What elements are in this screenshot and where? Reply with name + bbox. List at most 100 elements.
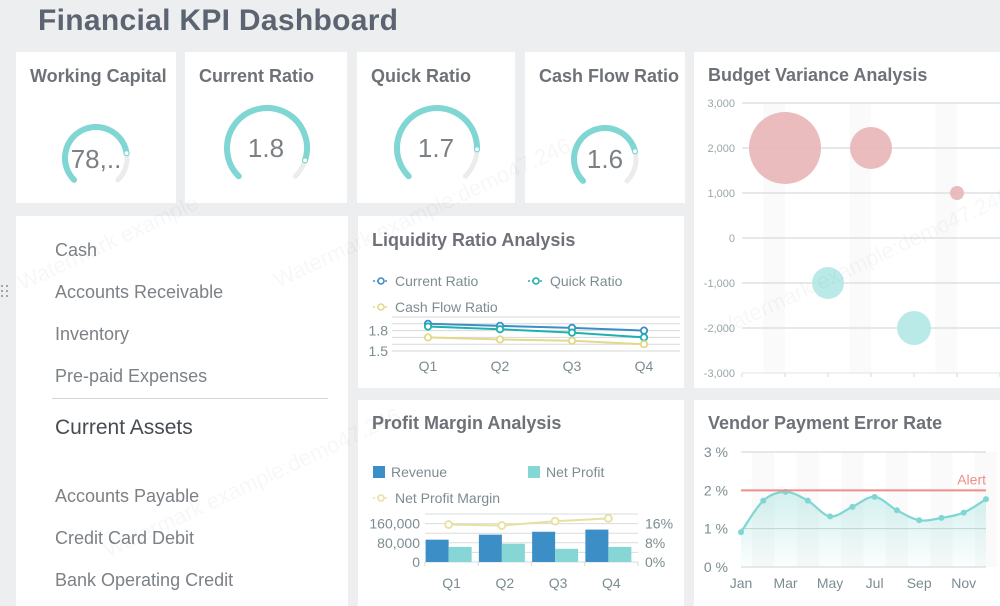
series-line-2 bbox=[427, 336, 645, 346]
margin-point bbox=[550, 516, 560, 526]
kpi-value: 78,.. bbox=[70, 144, 122, 174]
y-tick-label-left: 80,000 bbox=[377, 535, 420, 551]
y-tick-label: 3,000 bbox=[707, 98, 735, 110]
budget-variance-chart: 3,000 2,000 1,000 0 -1,000 -2,000 -3,000 bbox=[704, 98, 1000, 380]
y-tick-label: 1,000 bbox=[707, 188, 735, 200]
x-tick-label: Q2 bbox=[491, 358, 510, 374]
list-item-inventory[interactable]: Inventory bbox=[55, 324, 129, 345]
x-tick-label: Q3 bbox=[549, 575, 568, 591]
liquidity-chart: 1.8 1.5 Q1 Q2 Q3 Q4 bbox=[369, 316, 680, 374]
page-title: Financial KPI Dashboard bbox=[38, 4, 399, 37]
y-tick-label: -1,000 bbox=[704, 278, 735, 290]
y-tick-label-right: 0% bbox=[645, 554, 665, 570]
kpi-card-quick-ratio[interactable]: Quick Ratio 1.7 bbox=[357, 52, 515, 203]
alert-label: Alert bbox=[957, 471, 986, 487]
data-point bbox=[893, 507, 900, 514]
y-tick-label: -2,000 bbox=[704, 323, 735, 335]
y-tick-label-right: 8% bbox=[645, 535, 665, 551]
data-point bbox=[983, 496, 989, 503]
vendor-payment-chart: 3 % 2 % 1 % 0 % Alert Jan Mar May Jul Sep Nov bbox=[704, 444, 998, 591]
data-point bbox=[495, 335, 505, 344]
bubble bbox=[850, 127, 892, 169]
margin-point bbox=[603, 513, 613, 523]
budget-variance-card: Budget Variance Analysis 3,000 2,000 1,000… bbox=[694, 52, 1000, 388]
y-tick-label: 2,000 bbox=[707, 143, 735, 155]
list-item-prepaid-expenses[interactable]: Pre-paid Expenses bbox=[55, 366, 207, 387]
liquidity-ratio-card: Liquidity Ratio Analysis Current Ratio Q… bbox=[358, 216, 684, 388]
data-point bbox=[423, 322, 433, 331]
margin-point bbox=[497, 521, 507, 530]
data-point bbox=[938, 514, 945, 521]
bar-revenue bbox=[425, 539, 449, 562]
gauge-quick-ratio bbox=[394, 105, 481, 180]
bar-net-profit bbox=[608, 546, 632, 562]
gauge-current-ratio bbox=[224, 105, 310, 180]
kpi-value: 1.7 bbox=[417, 133, 455, 163]
x-tick-label: Q1 bbox=[442, 575, 461, 591]
data-point bbox=[804, 497, 811, 504]
x-tick-label: Jan bbox=[730, 575, 753, 591]
vendor-payment-card: Vendor Payment Error Rate 3 % 2 % 1 % 0 % Al… bbox=[694, 400, 1000, 606]
data-point bbox=[567, 328, 577, 337]
bubble bbox=[812, 267, 844, 299]
list-item-cash[interactable]: Cash bbox=[55, 240, 97, 261]
x-tick-label: Nov bbox=[951, 575, 976, 591]
profit-margin-chart: 160,000 16% 80,000 8% 0 0% Q1 Q2 Q3 Q4 bbox=[369, 513, 673, 591]
x-tick-label: Sep bbox=[907, 575, 932, 591]
profit-margin-card: Profit Margin Analysis Revenue Net Profi… bbox=[358, 400, 684, 606]
margin-point bbox=[444, 520, 454, 529]
x-tick-label: Q4 bbox=[635, 358, 654, 374]
series-line-1 bbox=[427, 325, 645, 339]
kpi-card-working-capital[interactable]: Working Capital 78,.. bbox=[16, 52, 176, 203]
data-point bbox=[827, 513, 834, 520]
data-point bbox=[639, 333, 649, 342]
x-tick-label: Q1 bbox=[419, 358, 438, 374]
list-item-credit-card-debit[interactable]: Credit Card Debit bbox=[55, 528, 194, 549]
data-point bbox=[871, 493, 878, 500]
y-tick-label: 2 % bbox=[704, 482, 728, 498]
y-tick-label: 0 % bbox=[704, 559, 728, 575]
x-tick-label: Q3 bbox=[563, 358, 582, 374]
y-tick-label: 1.5 bbox=[369, 343, 389, 359]
data-point bbox=[916, 517, 923, 524]
kpi-value: 1.8 bbox=[247, 133, 285, 163]
list-heading-current-assets: Current Assets bbox=[55, 416, 193, 439]
kpi-card-current-ratio[interactable]: Current Ratio 1.8 bbox=[185, 52, 347, 203]
data-point bbox=[639, 326, 649, 335]
y-tick-label: 1.8 bbox=[369, 323, 389, 339]
bar-revenue bbox=[585, 529, 609, 562]
y-tick-label: 1 % bbox=[704, 521, 728, 537]
y-tick-label-left: 160,000 bbox=[369, 516, 420, 532]
bar-revenue bbox=[478, 534, 502, 562]
data-point bbox=[567, 336, 577, 345]
drag-handle-icon[interactable] bbox=[0, 283, 10, 299]
bar-net-profit bbox=[555, 548, 579, 562]
bubble bbox=[897, 311, 931, 345]
balance-list-panel: Cash Accounts Receivable Inventory Pre-p… bbox=[16, 216, 348, 606]
y-tick-label: 0 bbox=[729, 233, 735, 245]
gauge-cash-flow-ratio bbox=[571, 125, 639, 184]
kpi-value: 1.6 bbox=[586, 144, 624, 174]
data-point bbox=[639, 340, 649, 349]
data-point bbox=[760, 497, 767, 504]
y-tick-label-left: 0 bbox=[412, 554, 420, 570]
data-point bbox=[849, 503, 856, 510]
x-tick-label: Q4 bbox=[602, 575, 621, 591]
list-item-bank-operating-credit[interactable]: Bank Operating Credit bbox=[55, 570, 233, 591]
bar-net-profit bbox=[501, 543, 525, 562]
x-tick-label: Jul bbox=[866, 575, 884, 591]
bubble bbox=[950, 186, 964, 200]
list-item-accounts-receivable[interactable]: Accounts Receivable bbox=[55, 282, 223, 303]
x-tick-label: Q2 bbox=[496, 575, 515, 591]
y-tick-label-right: 16% bbox=[645, 516, 673, 532]
list-item-accounts-payable[interactable]: Accounts Payable bbox=[55, 486, 199, 507]
bar-net-profit bbox=[448, 546, 472, 562]
bar-revenue bbox=[532, 531, 556, 562]
data-point bbox=[423, 333, 433, 342]
y-tick-label: -3,000 bbox=[704, 368, 735, 380]
kpi-card-cash-flow-ratio[interactable]: Cash Flow Ratio 1.6 bbox=[525, 52, 685, 203]
y-tick-label: 3 % bbox=[704, 444, 728, 460]
x-tick-label: Mar bbox=[773, 575, 797, 591]
margin-line bbox=[448, 517, 609, 527]
gauge-working-capital bbox=[62, 124, 130, 183]
